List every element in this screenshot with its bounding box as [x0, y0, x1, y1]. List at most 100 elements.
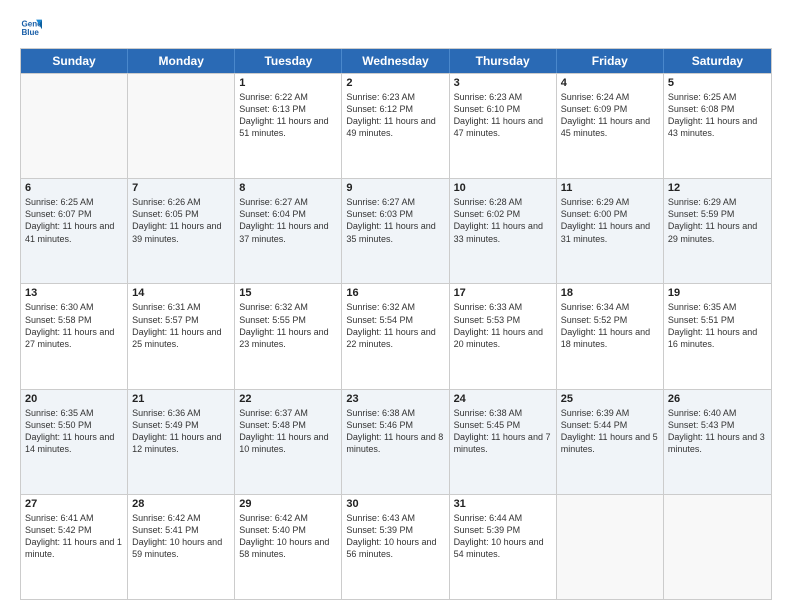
day-number: 21 — [132, 393, 230, 405]
day-number: 13 — [25, 287, 123, 299]
empty-cell — [557, 495, 664, 599]
day-cell-30: 30 Sunrise: 6:43 AM Sunset: 5:39 PM Dayli… — [342, 495, 449, 599]
cell-info: Sunrise: 6:35 AM Sunset: 5:50 PM Dayligh… — [25, 407, 123, 456]
svg-text:Blue: Blue — [21, 28, 39, 37]
header: General Blue — [20, 16, 772, 38]
calendar-row-5: 27Sunrise: 6:41 AM Sunset: 5:42 PM Dayli… — [21, 494, 771, 599]
cell-info: Sunrise: 6:25 AM Sunset: 6:08 PM Dayligh… — [668, 91, 767, 140]
day-number: 17 — [454, 287, 552, 299]
cell-info: Sunrise: 6:42 AM Sunset: 5:40 PM Dayligh… — [239, 512, 337, 561]
day-cell-31: 31 Sunrise: 6:44 AM Sunset: 5:39 PM Dayli… — [450, 495, 557, 599]
day-cell-9: 9 Sunrise: 6:27 AM Sunset: 6:03 PM Daylig… — [342, 179, 449, 283]
day-number: 11 — [561, 182, 659, 194]
day-cell-4: 4 Sunrise: 6:24 AM Sunset: 6:09 PM Daylig… — [557, 74, 664, 178]
day-number: 4 — [561, 77, 659, 89]
calendar: SundayMondayTuesdayWednesdayThursdayFrid… — [20, 48, 772, 600]
logo-icon: General Blue — [20, 16, 42, 38]
cell-info: Sunrise: 6:27 AM Sunset: 6:04 PM Dayligh… — [239, 196, 337, 245]
cell-info: Sunrise: 6:24 AM Sunset: 6:09 PM Dayligh… — [561, 91, 659, 140]
day-cell-16: 16Sunrise: 6:32 AM Sunset: 5:54 PM Dayli… — [342, 284, 449, 388]
day-header-wednesday: Wednesday — [342, 49, 449, 73]
day-number: 23 — [346, 393, 444, 405]
cell-info: Sunrise: 6:38 AM Sunset: 5:45 PM Dayligh… — [454, 407, 552, 456]
day-number: 19 — [668, 287, 767, 299]
day-header-monday: Monday — [128, 49, 235, 73]
calendar-body: 1Sunrise: 6:22 AM Sunset: 6:13 PM Daylig… — [21, 73, 771, 599]
day-number: 22 — [239, 393, 337, 405]
cell-info: Sunrise: 6:39 AM Sunset: 5:44 PM Dayligh… — [561, 407, 659, 456]
cell-info: Sunrise: 6:35 AM Sunset: 5:51 PM Dayligh… — [668, 301, 767, 350]
day-number: 29 — [239, 498, 337, 510]
cell-info: Sunrise: 6:44 AM Sunset: 5:39 PM Dayligh… — [454, 512, 552, 561]
day-number: 25 — [561, 393, 659, 405]
calendar-row-1: 1Sunrise: 6:22 AM Sunset: 6:13 PM Daylig… — [21, 73, 771, 178]
day-number: 20 — [25, 393, 123, 405]
day-number: 14 — [132, 287, 230, 299]
cell-info: Sunrise: 6:32 AM Sunset: 5:54 PM Dayligh… — [346, 301, 444, 350]
day-number: 24 — [454, 393, 552, 405]
day-cell-23: 23 Sunrise: 6:38 AM Sunset: 5:46 PM Dayli… — [342, 390, 449, 494]
day-header-sunday: Sunday — [21, 49, 128, 73]
empty-cell — [128, 74, 235, 178]
day-number: 7 — [132, 182, 230, 194]
day-number: 2 — [346, 77, 444, 89]
cell-info: Sunrise: 6:32 AM Sunset: 5:55 PM Dayligh… — [239, 301, 337, 350]
cell-info: Sunrise: 6:43 AM Sunset: 5:39 PM Dayligh… — [346, 512, 444, 561]
cell-info: Sunrise: 6:33 AM Sunset: 5:53 PM Dayligh… — [454, 301, 552, 350]
empty-cell — [664, 495, 771, 599]
calendar-row-2: 6 Sunrise: 6:25 AM Sunset: 6:07 PM Daylig… — [21, 178, 771, 283]
day-header-thursday: Thursday — [450, 49, 557, 73]
day-cell-6: 6 Sunrise: 6:25 AM Sunset: 6:07 PM Daylig… — [21, 179, 128, 283]
cell-info: Sunrise: 6:23 AM Sunset: 6:10 PM Dayligh… — [454, 91, 552, 140]
day-number: 31 — [454, 498, 552, 510]
day-number: 5 — [668, 77, 767, 89]
cell-info: Sunrise: 6:23 AM Sunset: 6:12 PM Dayligh… — [346, 91, 444, 140]
cell-info: Sunrise: 6:42 AM Sunset: 5:41 PM Dayligh… — [132, 512, 230, 561]
day-cell-21: 21 Sunrise: 6:36 AM Sunset: 5:49 PM Dayli… — [128, 390, 235, 494]
day-header-tuesday: Tuesday — [235, 49, 342, 73]
day-cell-19: 19 Sunrise: 6:35 AM Sunset: 5:51 PM Dayli… — [664, 284, 771, 388]
day-cell-2: 2 Sunrise: 6:23 AM Sunset: 6:12 PM Daylig… — [342, 74, 449, 178]
day-cell-7: 7 Sunrise: 6:26 AM Sunset: 6:05 PM Daylig… — [128, 179, 235, 283]
day-cell-28: 28 Sunrise: 6:42 AM Sunset: 5:41 PM Dayli… — [128, 495, 235, 599]
day-number: 18 — [561, 287, 659, 299]
day-cell-26: 26Sunrise: 6:40 AM Sunset: 5:43 PM Dayli… — [664, 390, 771, 494]
day-cell-12: 12 Sunrise: 6:29 AM Sunset: 5:59 PM Dayli… — [664, 179, 771, 283]
cell-info: Sunrise: 6:36 AM Sunset: 5:49 PM Dayligh… — [132, 407, 230, 456]
day-number: 12 — [668, 182, 767, 194]
calendar-row-4: 20 Sunrise: 6:35 AM Sunset: 5:50 PM Dayli… — [21, 389, 771, 494]
day-number: 27 — [25, 498, 123, 510]
day-cell-18: 18 Sunrise: 6:34 AM Sunset: 5:52 PM Dayli… — [557, 284, 664, 388]
day-number: 10 — [454, 182, 552, 194]
day-number: 8 — [239, 182, 337, 194]
calendar-header: SundayMondayTuesdayWednesdayThursdayFrid… — [21, 49, 771, 73]
day-cell-15: 15Sunrise: 6:32 AM Sunset: 5:55 PM Dayli… — [235, 284, 342, 388]
day-header-saturday: Saturday — [664, 49, 771, 73]
cell-info: Sunrise: 6:34 AM Sunset: 5:52 PM Dayligh… — [561, 301, 659, 350]
cell-info: Sunrise: 6:28 AM Sunset: 6:02 PM Dayligh… — [454, 196, 552, 245]
day-cell-13: 13Sunrise: 6:30 AM Sunset: 5:58 PM Dayli… — [21, 284, 128, 388]
page: General Blue SundayMondayTuesdayWednesda… — [0, 0, 792, 612]
cell-info: Sunrise: 6:38 AM Sunset: 5:46 PM Dayligh… — [346, 407, 444, 456]
day-number: 1 — [239, 77, 337, 89]
calendar-row-3: 13Sunrise: 6:30 AM Sunset: 5:58 PM Dayli… — [21, 283, 771, 388]
cell-info: Sunrise: 6:29 AM Sunset: 5:59 PM Dayligh… — [668, 196, 767, 245]
day-number: 3 — [454, 77, 552, 89]
day-number: 30 — [346, 498, 444, 510]
day-cell-1: 1Sunrise: 6:22 AM Sunset: 6:13 PM Daylig… — [235, 74, 342, 178]
day-number: 28 — [132, 498, 230, 510]
cell-info: Sunrise: 6:31 AM Sunset: 5:57 PM Dayligh… — [132, 301, 230, 350]
cell-info: Sunrise: 6:25 AM Sunset: 6:07 PM Dayligh… — [25, 196, 123, 245]
day-cell-11: 11Sunrise: 6:29 AM Sunset: 6:00 PM Dayli… — [557, 179, 664, 283]
day-cell-5: 5 Sunrise: 6:25 AM Sunset: 6:08 PM Daylig… — [664, 74, 771, 178]
cell-info: Sunrise: 6:37 AM Sunset: 5:48 PM Dayligh… — [239, 407, 337, 456]
day-cell-14: 14 Sunrise: 6:31 AM Sunset: 5:57 PM Dayli… — [128, 284, 235, 388]
cell-info: Sunrise: 6:27 AM Sunset: 6:03 PM Dayligh… — [346, 196, 444, 245]
day-number: 6 — [25, 182, 123, 194]
day-header-friday: Friday — [557, 49, 664, 73]
day-cell-24: 24 Sunrise: 6:38 AM Sunset: 5:45 PM Dayli… — [450, 390, 557, 494]
cell-info: Sunrise: 6:26 AM Sunset: 6:05 PM Dayligh… — [132, 196, 230, 245]
day-number: 9 — [346, 182, 444, 194]
day-cell-17: 17 Sunrise: 6:33 AM Sunset: 5:53 PM Dayli… — [450, 284, 557, 388]
day-cell-8: 8 Sunrise: 6:27 AM Sunset: 6:04 PM Daylig… — [235, 179, 342, 283]
